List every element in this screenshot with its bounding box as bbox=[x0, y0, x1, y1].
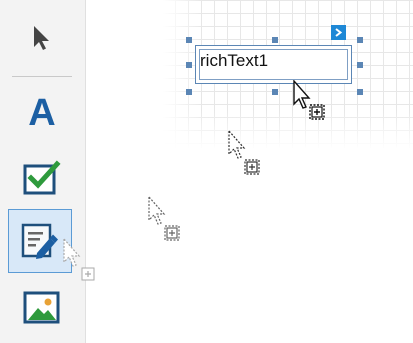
resize-handle-top-right[interactable] bbox=[357, 37, 363, 43]
resize-handle-top[interactable] bbox=[272, 37, 278, 43]
rich-text-control[interactable]: richText1 bbox=[195, 45, 352, 84]
rich-text-edit-icon bbox=[21, 223, 58, 259]
rich-text-control-label: richText1 bbox=[200, 51, 269, 70]
copy-cursor-icon bbox=[148, 196, 180, 241]
drag-copy-cursor-icon bbox=[63, 238, 95, 281]
resize-handle-right[interactable] bbox=[357, 62, 363, 68]
copy-cursor-icon bbox=[293, 80, 325, 120]
toolbox-item-checkbox[interactable] bbox=[12, 147, 72, 207]
toolbox-item-picture[interactable] bbox=[12, 278, 72, 338]
checkbox-icon bbox=[23, 160, 61, 195]
resize-handle-top-left[interactable] bbox=[186, 37, 192, 43]
copy-cursor-icon bbox=[228, 130, 260, 175]
picture-icon bbox=[23, 291, 60, 324]
arrow-pointer-icon bbox=[34, 26, 49, 50]
resize-handle-left[interactable] bbox=[186, 62, 192, 68]
toolbox-item-pointer[interactable] bbox=[12, 8, 72, 68]
resize-handle-bottom-right[interactable] bbox=[357, 89, 363, 95]
toolbox-item-label[interactable]: A bbox=[12, 83, 72, 143]
chevron-right-icon bbox=[335, 28, 343, 37]
toolbox-separator bbox=[12, 76, 72, 77]
grid-fade bbox=[162, 110, 413, 150]
toolbox-panel: A bbox=[0, 0, 86, 343]
smart-tag-button[interactable] bbox=[331, 25, 346, 40]
text-a-icon: A bbox=[28, 92, 56, 134]
resize-handle-bottom-left[interactable] bbox=[186, 89, 192, 95]
resize-handle-bottom[interactable] bbox=[272, 89, 278, 95]
